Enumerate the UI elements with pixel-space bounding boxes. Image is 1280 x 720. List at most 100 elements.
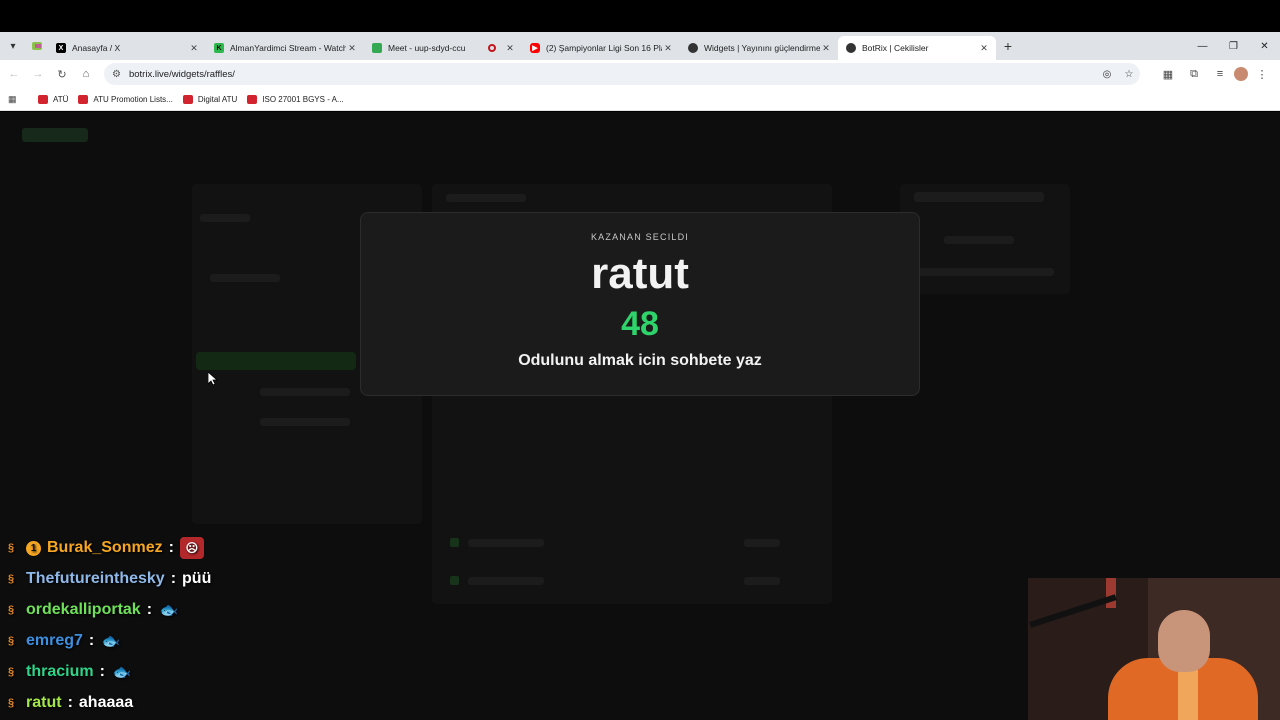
new-tab-button[interactable]: + xyxy=(996,38,1020,54)
chat-separator: : xyxy=(67,694,73,711)
tab-youtube[interactable]: ▶ (2) Şampiyonlar Ligi Son 16 Pla ✕ xyxy=(522,36,680,60)
bookmark-item[interactable]: ISO 27001 BGYS - A... xyxy=(247,94,344,104)
dimmed-text xyxy=(744,539,780,547)
minimize-icon[interactable]: — xyxy=(1187,32,1218,60)
bookmark-item[interactable]: ATÜ xyxy=(38,94,69,104)
winner-number: 48 xyxy=(621,305,659,343)
chat-username: emreg7 xyxy=(26,632,83,649)
extensions-puzzle-icon[interactable]: ⧉ xyxy=(1182,63,1206,85)
dimmed-text xyxy=(944,236,1014,244)
chat-separator: : xyxy=(146,601,153,618)
dimmed-text xyxy=(210,274,280,282)
restore-icon[interactable]: ❐ xyxy=(1218,32,1249,60)
chat-username: ordekalliportak xyxy=(26,601,141,618)
close-icon[interactable]: ✕ xyxy=(346,43,358,54)
microphone-arm xyxy=(1029,594,1117,628)
more-menu-icon[interactable]: ⋮ xyxy=(1250,63,1274,85)
reload-icon[interactable]: ↻ xyxy=(50,62,74,86)
bookmark-item[interactable]: ATU Promotion Lists... xyxy=(78,94,173,104)
bookmarks-bar: ▦ ATÜ ATU Promotion Lists... Digital ATU… xyxy=(0,88,1280,111)
back-icon[interactable]: ← xyxy=(2,62,26,86)
forward-icon[interactable]: → xyxy=(26,62,50,86)
dimmed-text xyxy=(914,192,1044,202)
meet-logo-icon xyxy=(372,43,382,53)
dimmed-text xyxy=(260,418,350,426)
home-icon[interactable]: ⌂ xyxy=(74,62,98,86)
kick-chat-icon: § xyxy=(8,666,15,678)
kick-chat-icon: § xyxy=(8,542,15,554)
close-icon[interactable]: ✕ xyxy=(820,43,832,54)
apps-grid-icon[interactable]: ▦ xyxy=(8,94,22,105)
fish-emote-icon: 🐟 xyxy=(159,602,179,619)
media-control-icon[interactable]: ≡ xyxy=(1208,63,1232,85)
bookmark-item[interactable]: Digital ATU xyxy=(182,94,238,104)
fish-emote-icon: 🐟 xyxy=(112,664,132,681)
address-bar[interactable]: ⚙ botrix.live/widgets/raffles/ ◎ ☆ xyxy=(104,63,1140,85)
close-icon[interactable]: ✕ xyxy=(978,43,990,54)
dimmed-checkbox xyxy=(450,576,459,585)
window-controls: — ❐ ✕ xyxy=(1187,32,1280,60)
tab-group-icon[interactable] xyxy=(26,32,48,60)
close-icon[interactable]: ✕ xyxy=(504,43,516,54)
bookmark-favicon-icon xyxy=(182,94,193,104)
tab-title: (2) Şampiyonlar Ligi Son 16 Pla xyxy=(546,43,662,53)
tab-title: Meet - uup-sdyd-ccu xyxy=(388,43,466,53)
chat-message: § emreg7 : 🐟 xyxy=(8,628,122,654)
dimmed-text xyxy=(468,539,544,547)
winner-heading: KAZANAN SECILDI xyxy=(590,232,690,242)
chat-message: § Thefutureinthesky : püü xyxy=(8,566,211,592)
close-icon[interactable]: ✕ xyxy=(662,43,674,54)
profile-avatar[interactable] xyxy=(1234,67,1248,81)
browser-toolbar: ← → ↻ ⌂ ⚙ botrix.live/widgets/raffles/ ◎… xyxy=(0,60,1280,88)
chat-separator: : xyxy=(88,632,95,649)
dimmed-text xyxy=(744,577,780,585)
bookmark-favicon-icon xyxy=(78,94,89,104)
dimmed-text xyxy=(260,388,350,396)
site-info-icon[interactable]: ⚙ xyxy=(112,69,121,80)
dimmed-text xyxy=(468,577,544,585)
extension-icon[interactable]: ▦ xyxy=(1156,63,1180,85)
dimmed-checkbox xyxy=(450,538,459,547)
bookmark-favicon-icon xyxy=(38,94,48,104)
chat-username: Burak_Sonmez xyxy=(47,539,163,556)
url-text[interactable]: botrix.live/widgets/raffles/ xyxy=(129,69,1096,80)
chat-username: Thefutureinthesky xyxy=(26,570,165,587)
close-window-icon[interactable]: ✕ xyxy=(1249,32,1280,60)
close-icon[interactable]: ✕ xyxy=(188,43,200,54)
chat-separator: : xyxy=(99,663,105,680)
chat-message: § 1 Burak_Sonmez : ☹ xyxy=(8,535,204,561)
dimmed-text xyxy=(200,214,250,222)
chat-text: ahaaaa xyxy=(78,694,134,711)
tab-widgets[interactable]: Widgets | Yayınını güçlendirme ✕ xyxy=(680,36,838,60)
dimmed-text xyxy=(914,268,1054,276)
chat-separator: : xyxy=(170,570,177,587)
screen: ▾ X Anasayfa / X ✕ K AlmanYardimci Strea… xyxy=(0,0,1280,720)
badge-icon: 1 xyxy=(26,540,41,556)
jersey-stripe xyxy=(1178,670,1198,720)
recording-icon xyxy=(488,44,496,52)
tab-kick[interactable]: K AlmanYardimci Stream - Watch ✕ xyxy=(206,36,364,60)
kick-chat-icon: § xyxy=(8,604,15,616)
bookmark-label: ATU Promotion Lists... xyxy=(93,94,173,104)
bookmark-label: Digital ATU xyxy=(197,94,238,104)
tab-x[interactable]: X Anasayfa / X ✕ xyxy=(48,36,206,60)
kick-chat-icon: § xyxy=(8,573,15,585)
face-emote-icon: ☹ xyxy=(179,537,204,559)
webcam-overlay xyxy=(1028,578,1280,720)
botrix-logo-icon xyxy=(846,43,856,53)
winner-name: ratut xyxy=(591,249,689,298)
winner-modal: KAZANAN SECILDI ratut 48 Odulunu almak i… xyxy=(360,212,920,396)
botrix-logo-icon xyxy=(688,43,698,53)
fish-emote-icon: 🐟 xyxy=(101,633,121,650)
bookmark-star-icon[interactable]: ☆ xyxy=(1118,69,1140,80)
chat-message: § ratut : ahaaaa xyxy=(8,690,133,716)
chat-message: § thracium : 🐟 xyxy=(8,659,133,685)
chat-username: thracium xyxy=(26,663,94,680)
tab-botrix-raffles[interactable]: BotRix | Cekilisler ✕ xyxy=(838,36,996,60)
eye-off-icon[interactable]: ◎ xyxy=(1096,69,1118,80)
webcam-light xyxy=(1106,578,1116,608)
tab-search-icon[interactable]: ▾ xyxy=(0,32,26,60)
letterbox-top xyxy=(0,0,1280,32)
bookmark-label: ATÜ xyxy=(53,94,69,104)
tab-meet[interactable]: Meet - uup-sdyd-ccu ✕ xyxy=(364,36,522,60)
